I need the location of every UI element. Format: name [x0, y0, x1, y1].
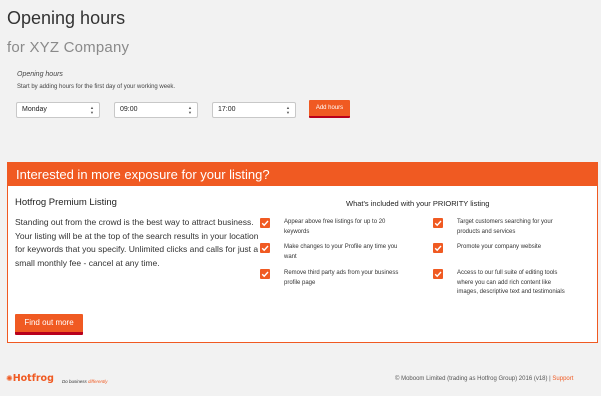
logo-mark-icon: ✺ [6, 374, 13, 383]
tagline-emphasis: differently [88, 379, 108, 384]
page-subtitle: for XYZ Company [7, 39, 130, 56]
support-link[interactable]: Support [552, 376, 573, 382]
check-icon [433, 218, 443, 228]
day-select-value: Monday [22, 106, 47, 113]
feature-text: Make changes to your Profile any time yo… [284, 244, 398, 260]
copyright-text: © Moboom Limited (trading as Hotfrog Gro… [395, 376, 551, 382]
logo-text: Hotfrog [12, 373, 54, 384]
included-title: What's included with your PRIORITY listi… [346, 199, 490, 208]
feature-item: Target customers searching for your prod… [433, 218, 573, 237]
tagline-prefix: Do business [62, 379, 89, 384]
feature-text: Promote your company website [457, 244, 542, 250]
hours-section-description: Start by adding hours for the first day … [17, 84, 176, 90]
check-icon [260, 243, 270, 253]
open-time-select[interactable]: 09:00 ▲ ▼ [114, 102, 198, 118]
feature-text: Remove third party ads from your busines… [284, 270, 399, 286]
day-select[interactable]: Monday ▲ ▼ [16, 102, 100, 118]
page-title: Opening hours [7, 8, 126, 28]
check-icon [260, 218, 270, 228]
updown-arrows-icon: ▲ ▼ [90, 105, 94, 115]
tagline: Do business differently [62, 379, 108, 384]
check-icon [433, 269, 443, 279]
promo-heading: Interested in more exposure for your lis… [8, 163, 597, 186]
feature-item: Appear above free listings for up to 20 … [260, 218, 400, 237]
premium-description: Standing out from the crowd is the best … [15, 217, 259, 268]
updown-arrows-icon: ▲ ▼ [286, 105, 290, 115]
hotfrog-logo[interactable]: ✺Hotfrog [6, 373, 54, 384]
feature-item: Access to our full suite of editing tool… [433, 269, 573, 298]
feature-text: Appear above free listings for up to 20 … [284, 219, 386, 235]
close-time-select[interactable]: 17:00 ▲ ▼ [212, 102, 296, 118]
open-time-value: 09:00 [120, 106, 138, 113]
find-out-more-button[interactable]: Find out more [15, 314, 83, 335]
check-icon [260, 269, 270, 279]
promo-panel: Interested in more exposure for your lis… [7, 162, 598, 343]
feature-item: Make changes to your Profile any time yo… [260, 243, 400, 262]
updown-arrows-icon: ▲ ▼ [188, 105, 192, 115]
close-time-value: 17:00 [218, 106, 236, 113]
check-icon [433, 243, 443, 253]
feature-item: Remove third party ads from your busines… [260, 269, 400, 288]
premium-title: Hotfrog Premium Listing [15, 197, 117, 208]
feature-item: Promote your company website [433, 243, 573, 253]
hours-section-label: Opening hours [17, 71, 63, 78]
feature-text: Target customers searching for your prod… [457, 219, 553, 235]
footer-copyright: © Moboom Limited (trading as Hotfrog Gro… [395, 376, 573, 382]
feature-text: Access to our full suite of editing tool… [457, 270, 565, 295]
add-hours-button[interactable]: Add hours [309, 100, 350, 118]
